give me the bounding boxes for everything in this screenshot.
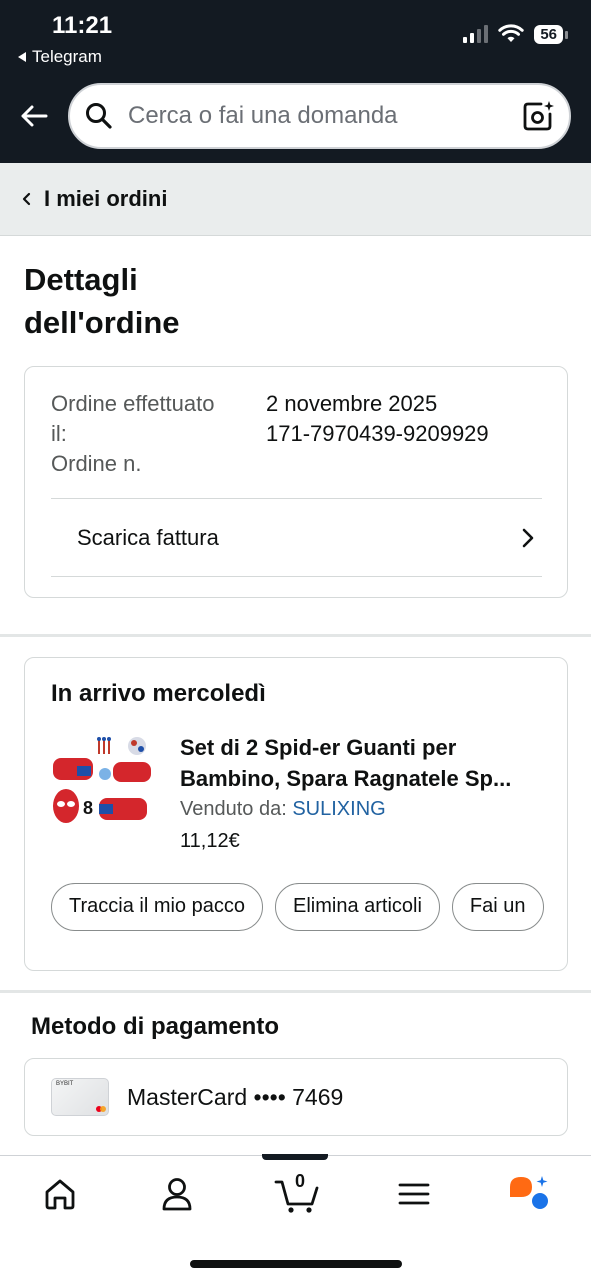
order-number-value: 171-7970439-9209929	[266, 421, 489, 446]
shipment-card: In arrivo mercoledì 8 Set di 2 Spid-er G…	[24, 657, 568, 971]
product-thumbnail[interactable]: 8	[49, 732, 159, 832]
breadcrumb[interactable]: I miei ordini	[0, 163, 591, 236]
sold-by: Venduto da: SULIXING	[180, 798, 386, 821]
divider	[51, 576, 542, 577]
status-icons: 56	[463, 24, 568, 44]
credit-card-icon: BYBIT	[51, 1078, 109, 1116]
camera-search-icon[interactable]	[521, 99, 555, 133]
page-title: Dettagli dell'ordine	[24, 262, 180, 340]
menu-icon[interactable]	[394, 1174, 434, 1214]
svg-text:8: 8	[83, 798, 93, 818]
seller-link[interactable]: SULIXING	[292, 798, 385, 820]
cart-count: 0	[294, 1171, 305, 1191]
back-arrow-icon[interactable]	[18, 100, 50, 132]
home-indicator	[190, 1260, 402, 1268]
order-date-value: 2 novembre 2025	[266, 391, 438, 416]
section-separator	[0, 990, 591, 993]
order-values: 2 novembre 2025 171-7970439-9209929	[266, 389, 489, 449]
search-bar[interactable]: Cerca o fai una domanda	[68, 83, 571, 149]
sold-by-label: Venduto da:	[180, 798, 287, 820]
payment-method-title: Metodo di pagamento	[31, 1013, 279, 1040]
chevron-left-icon	[22, 192, 31, 206]
order-date-label: Ordine effettuato il:	[51, 391, 215, 446]
battery-indicator: 56	[534, 24, 568, 44]
active-tab-indicator	[262, 1154, 328, 1160]
more-action-button[interactable]: Fai un	[451, 883, 544, 931]
payment-method-card: BYBIT MasterCard •••• 7469	[24, 1058, 568, 1136]
product-price: 11,12€	[180, 830, 240, 852]
order-labels: Ordine effettuato il: Ordine n.	[51, 389, 221, 479]
track-package-button[interactable]: Traccia il mio pacco	[51, 883, 263, 931]
delete-items-button[interactable]: Elimina articoli	[274, 883, 440, 931]
download-invoice-label[interactable]: Scarica fattura	[77, 525, 219, 551]
wifi-icon	[498, 24, 525, 42]
back-to-app-link[interactable]: Telegram	[18, 47, 102, 67]
breadcrumb-label[interactable]: I miei ordini	[44, 186, 167, 212]
arrival-title: In arrivo mercoledì	[51, 680, 266, 707]
status-time: 11:21	[52, 12, 113, 39]
download-invoice-row[interactable]: Scarica fattura	[51, 499, 542, 576]
back-triangle-icon	[18, 52, 26, 62]
account-icon[interactable]	[157, 1174, 197, 1214]
chevron-right-icon	[522, 528, 534, 547]
search-icon	[86, 103, 112, 129]
product-title[interactable]: Set di 2 Spid-er Guanti per Bambino, Spa…	[180, 732, 550, 794]
assistant-icon[interactable]	[508, 1174, 548, 1214]
top-header: 11:21 Telegram 56 Cerca o fai una domand…	[0, 0, 591, 163]
section-separator	[0, 634, 591, 637]
search-placeholder[interactable]: Cerca o fai una domanda	[128, 102, 521, 130]
action-buttons: Traccia il mio pacco Elimina articoli Fai …	[51, 883, 549, 933]
bottom-nav: 0	[0, 1154, 591, 1280]
order-number-label: Ordine n.	[51, 451, 142, 476]
card-brand-text: BYBIT	[56, 1081, 74, 1087]
order-info-card: Ordine effettuato il: Ordine n. 2 novemb…	[24, 366, 568, 598]
card-label: MasterCard •••• 7469	[127, 1083, 344, 1110]
signal-icon	[463, 25, 489, 43]
home-icon[interactable]	[40, 1174, 80, 1214]
back-app-label: Telegram	[32, 47, 102, 66]
